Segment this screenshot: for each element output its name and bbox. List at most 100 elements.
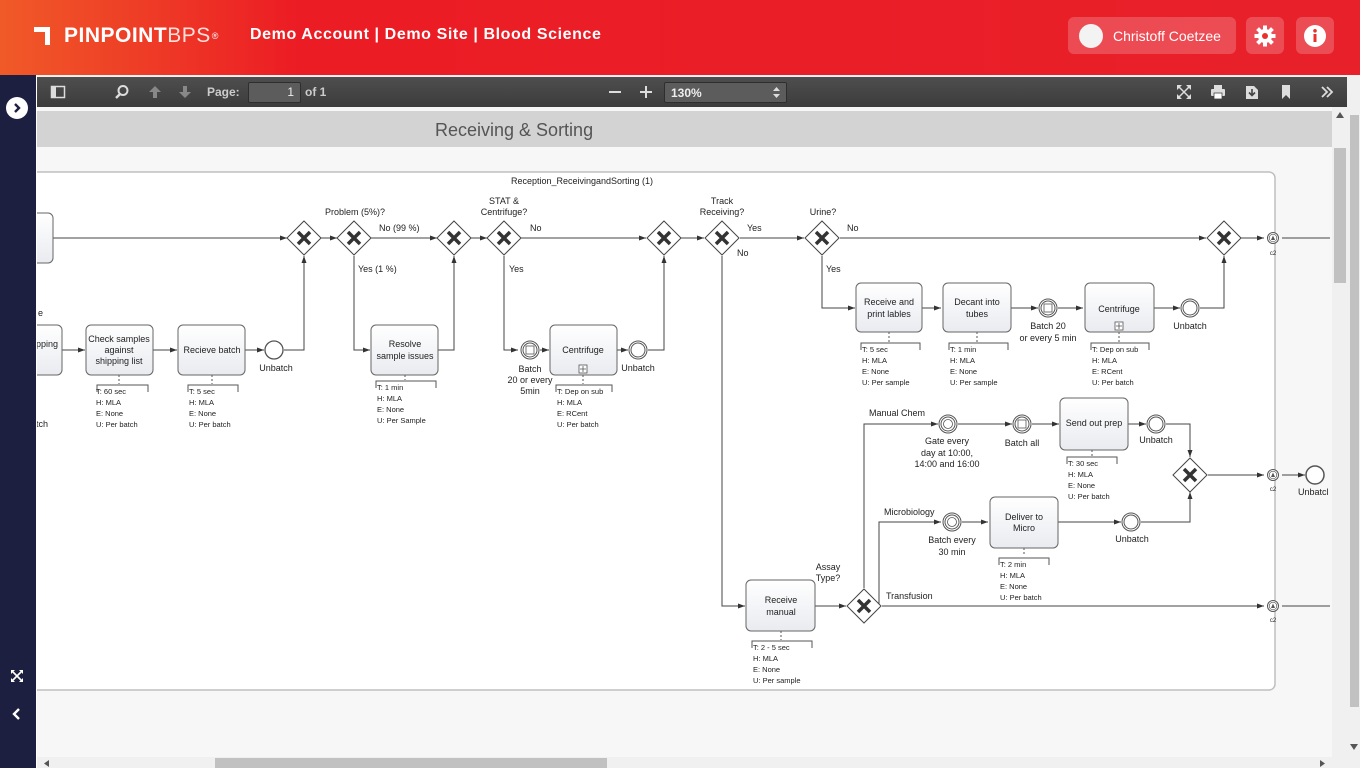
previous-page-icon[interactable] xyxy=(147,84,163,100)
label-stat: STAT & xyxy=(489,196,519,206)
pinpointbps-logo[interactable]: PINPOINT BPS ® xyxy=(34,24,218,48)
task-receive-manual[interactable]: Receive manual xyxy=(745,579,816,632)
label-unbatch-4: Unbatch xyxy=(1139,435,1173,445)
page-vertical-scrollbar[interactable] xyxy=(1349,75,1360,768)
svg-text:Check samples: Check samples xyxy=(88,334,150,344)
next-page-icon[interactable] xyxy=(177,84,193,100)
bpmn-process-diagram: Reception_ReceivingandSorting (1) pping … xyxy=(37,171,1330,691)
label-manual-chem: Manual Chem xyxy=(869,408,925,418)
download-icon[interactable] xyxy=(1244,84,1260,100)
horizontal-scroll-thumb[interactable] xyxy=(215,758,607,768)
svg-text:E: None: E: None xyxy=(950,367,977,376)
link-event-c2-top[interactable] xyxy=(1267,232,1279,244)
event-end-unbatch[interactable] xyxy=(1305,465,1325,485)
pdf-viewer: Page: 1 of 1 130% Receiving & Sorting Re… xyxy=(37,75,1360,768)
info-button[interactable] xyxy=(1296,17,1334,54)
vertical-scroll-thumb[interactable] xyxy=(1334,148,1346,283)
page-scroll-thumb[interactable] xyxy=(1350,115,1359,707)
event-unbatch-2[interactable] xyxy=(628,340,648,360)
scroll-right-arrow-icon[interactable] xyxy=(1320,760,1325,767)
task-deliver-to-micro[interactable]: Deliver to Micro xyxy=(989,496,1059,549)
pdf-toolbar: Page: 1 of 1 130% xyxy=(37,77,1347,107)
svg-text:H: MLA: H: MLA xyxy=(1000,571,1025,580)
event-batch-30-timer[interactable] xyxy=(942,512,962,532)
svg-text:c2: c2 xyxy=(1270,618,1277,624)
event-unbatch-1[interactable] xyxy=(264,340,284,360)
event-gate-timer[interactable] xyxy=(938,414,958,434)
task-receive-print-labels[interactable]: Receive and print lables xyxy=(855,282,923,333)
event-unbatch-5[interactable] xyxy=(1121,512,1141,532)
label-urine: Urine? xyxy=(810,207,837,217)
gear-icon xyxy=(1254,25,1276,46)
label-yes-1: Yes (1 %) xyxy=(358,264,397,274)
svg-text:Centrifuge: Centrifuge xyxy=(1098,304,1140,314)
svg-text:E: RCent: E: RCent xyxy=(1092,367,1123,376)
document-vertical-scrollbar[interactable] xyxy=(1333,110,1347,710)
settings-button[interactable] xyxy=(1246,17,1284,54)
svg-text:E: RCent: E: RCent xyxy=(557,409,588,418)
sidebar-toggle-icon[interactable] xyxy=(50,84,66,100)
svg-text:U: Per batch: U: Per batch xyxy=(1092,378,1134,387)
label-yes-stat: Yes xyxy=(509,264,524,274)
scroll-left-arrow-icon[interactable] xyxy=(44,760,49,767)
label-transfusion: Transfusion xyxy=(886,591,933,601)
bookmark-icon[interactable] xyxy=(1278,84,1294,100)
label-track: Track xyxy=(711,196,734,206)
svg-text:pping: pping xyxy=(37,339,58,349)
label-type-q: Type? xyxy=(816,573,841,583)
link-event-c2-bottom[interactable] xyxy=(1267,600,1279,612)
task-recieve-batch[interactable]: Recieve batch xyxy=(177,324,246,376)
svg-text:Batch 20: Batch 20 xyxy=(1030,321,1066,331)
zoom-out-icon[interactable] xyxy=(607,84,623,100)
user-menu-button[interactable]: Christoff Coetzee xyxy=(1068,17,1236,54)
svg-text:U: Per batch: U: Per batch xyxy=(1068,492,1110,501)
scroll-up-arrow-icon[interactable] xyxy=(1336,112,1344,118)
svg-text:T: Dep on sub: T: Dep on sub xyxy=(1092,345,1138,354)
link-event-c2-mid[interactable] xyxy=(1267,469,1279,481)
event-batch-1[interactable] xyxy=(520,340,540,360)
task-centrifuge-2[interactable]: Centrifuge xyxy=(1084,282,1155,333)
task-resolve-sample-issues[interactable]: Resolve sample issues xyxy=(370,324,439,376)
expand-panel-button[interactable] xyxy=(6,97,28,119)
account-breadcrumb: Demo Account | Demo Site | Blood Science xyxy=(250,26,602,43)
event-batch-all[interactable] xyxy=(1012,414,1032,434)
label-unbatch-1: Unbatch xyxy=(259,363,293,373)
svg-text:14:00 and 16:00: 14:00 and 16:00 xyxy=(914,459,979,469)
label-unbatch-end: Unbatcl xyxy=(1298,487,1329,497)
zoom-select[interactable]: 130% xyxy=(664,82,787,103)
svg-text:U: Per batch: U: Per batch xyxy=(96,420,138,429)
task-check-samples[interactable]: Check samples against shipping list xyxy=(85,324,154,376)
svg-text:tubes: tubes xyxy=(966,309,989,319)
svg-text:H: MLA: H: MLA xyxy=(377,394,402,403)
svg-text:30 min: 30 min xyxy=(938,547,965,557)
task-partial-top[interactable] xyxy=(37,212,54,264)
document-page: Receiving & Sorting Reception_Receivinga… xyxy=(37,107,1332,757)
search-icon[interactable] xyxy=(114,84,130,100)
svg-text:E: None: E: None xyxy=(753,665,780,674)
event-batch-2[interactable] xyxy=(1038,298,1058,318)
svg-text:E: None: E: None xyxy=(189,409,216,418)
svg-text:U: Per batch: U: Per batch xyxy=(1000,593,1042,602)
label-yes-urine: Yes xyxy=(826,264,841,274)
chevron-left-icon[interactable] xyxy=(10,707,24,721)
svg-text:sample issues: sample issues xyxy=(376,351,434,361)
task-decant-into-tubes[interactable]: Decant into tubes xyxy=(942,282,1012,333)
page-number-input[interactable]: 1 xyxy=(248,82,301,103)
svg-text:Batch: Batch xyxy=(518,364,541,374)
zoom-in-icon[interactable] xyxy=(638,84,654,100)
label-unbatch-3: Unbatch xyxy=(1173,321,1207,331)
task-centrifuge[interactable]: Centrifuge xyxy=(549,324,618,376)
event-unbatch-4[interactable] xyxy=(1146,414,1166,434)
print-icon[interactable] xyxy=(1210,84,1226,100)
task-shipping-partial[interactable]: pping xyxy=(37,324,63,376)
label-no-99: No (99 %) xyxy=(379,223,420,233)
presentation-mode-icon[interactable] xyxy=(1176,84,1192,100)
svg-text:T: 30 sec: T: 30 sec xyxy=(1068,459,1098,468)
scroll-down-arrow-icon[interactable] xyxy=(1350,744,1358,750)
task-send-out-prep[interactable]: Send out prep xyxy=(1059,397,1129,451)
more-tools-icon[interactable] xyxy=(1319,84,1335,100)
fullscreen-icon[interactable] xyxy=(10,669,24,683)
event-unbatch-3[interactable] xyxy=(1180,298,1200,318)
document-horizontal-scrollbar[interactable] xyxy=(37,757,1332,768)
svg-text:against: against xyxy=(104,345,134,355)
